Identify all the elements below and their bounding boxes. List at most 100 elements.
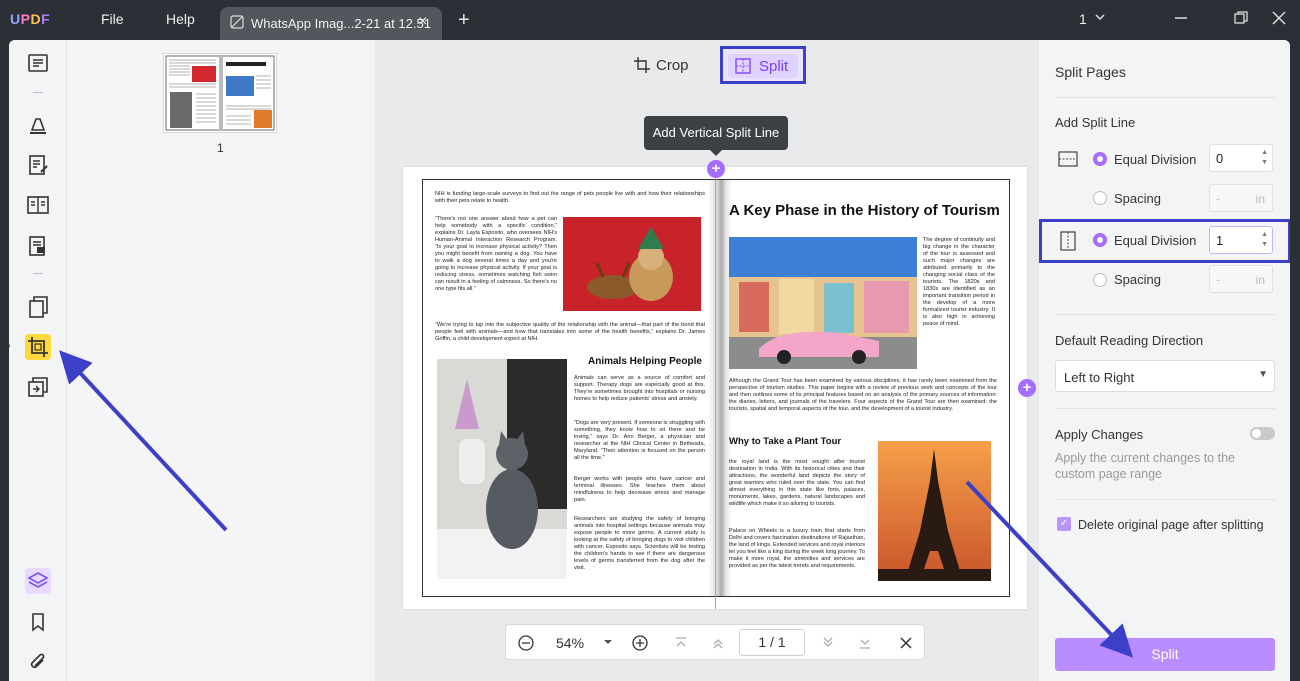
doc-right-p2: Palace on Wheels is a luxury train that … — [729, 528, 865, 569]
eiffel-photo — [878, 441, 991, 581]
rail-divider — [33, 92, 43, 93]
thumbnail-page-number: 1 — [217, 141, 224, 155]
pages-icon[interactable] — [25, 294, 51, 320]
horizontal-spacing-label: Spacing — [1114, 191, 1161, 206]
menu-file[interactable]: File — [101, 11, 124, 27]
vertical-equal-division-radio[interactable] — [1093, 233, 1107, 247]
rail-divider — [33, 273, 43, 274]
doc-right-body: Although the Grand Tour has been examine… — [729, 378, 997, 412]
havana-photo — [729, 237, 917, 369]
tool-rail — [9, 40, 67, 681]
horizontal-equal-division-radio[interactable] — [1093, 152, 1107, 166]
app-window: 1 Crop Split Add Vertical Split Line NIH… — [9, 40, 1290, 681]
horizontal-split-icon — [1058, 151, 1078, 167]
reading-direction-value: Left to Right — [1064, 370, 1135, 385]
dropdown-arrow-icon: ▼ — [1258, 369, 1268, 380]
split-pages-panel: Split Pages Add Split Line Equal Divisio… — [1038, 40, 1290, 681]
vertical-split-icon — [1060, 231, 1076, 251]
updf-logo: UPDF — [10, 11, 51, 27]
close-zoombar-icon[interactable] — [897, 634, 915, 652]
crop-mode-label: Crop — [656, 57, 689, 74]
first-page-icon[interactable] — [672, 634, 690, 652]
doc-left-heading: Animals Helping People — [588, 356, 702, 367]
doc-left-p1: Animals can serve as a source of comfort… — [574, 375, 705, 402]
panel-divider — [1055, 408, 1275, 409]
panel-divider — [1055, 97, 1275, 98]
form-icon[interactable] — [25, 192, 51, 218]
vertical-split-guide[interactable] — [715, 176, 716, 609]
delete-original-checkbox[interactable]: ✓ — [1057, 517, 1071, 531]
vertical-spacing-input[interactable]: - in — [1209, 265, 1273, 293]
zoom-dropdown-icon[interactable] — [603, 637, 613, 647]
add-vertical-split-icon[interactable]: + — [707, 160, 725, 178]
batch-icon[interactable] — [25, 374, 51, 400]
zoom-level[interactable]: 54% — [556, 635, 584, 651]
doc-right-p1: the royal land is the most sought after … — [729, 459, 865, 507]
reading-direction-label: Default Reading Direction — [1055, 333, 1204, 348]
vertical-equal-division-label: Equal Division — [1114, 233, 1197, 248]
crop-icon — [28, 337, 48, 357]
next-page-icon[interactable] — [819, 634, 837, 652]
doc-left-intro: NIH is funding large-scale surveys to fi… — [435, 191, 705, 204]
crop-tool-button[interactable] — [25, 334, 51, 360]
previous-page-icon[interactable] — [709, 634, 727, 652]
menu-help[interactable]: Help — [166, 11, 195, 27]
attachment-icon[interactable] — [25, 650, 51, 676]
apply-changes-description: Apply the current changes to the custom … — [1055, 451, 1235, 481]
page-thumbnail[interactable] — [163, 53, 277, 133]
edit-icon[interactable] — [25, 152, 51, 178]
horizontal-spacing-radio[interactable] — [1093, 191, 1107, 205]
doc-left-quote: “There's not one answer about how a pet … — [435, 216, 557, 292]
vertical-spacing-unit: in — [1255, 273, 1265, 287]
organize-icon[interactable] — [25, 233, 51, 259]
zoom-out-icon[interactable] — [517, 634, 535, 652]
horizontal-equal-division-label: Equal Division — [1114, 152, 1197, 167]
restore-icon[interactable] — [1233, 10, 1249, 26]
doc-left-p2: “Dogs are very present. If someone is st… — [574, 420, 705, 461]
dog-photo — [563, 217, 701, 311]
panel-divider — [1055, 314, 1275, 315]
document-tab-icon — [230, 15, 244, 29]
page-indicator[interactable]: 1 — [1079, 11, 1087, 27]
chevron-down-icon[interactable] — [1094, 11, 1106, 23]
toggle-knob — [1252, 429, 1261, 438]
vertical-spacing-radio[interactable] — [1093, 273, 1107, 287]
horizontal-division-input[interactable]: 0 ▲ ▼ — [1209, 144, 1273, 172]
crop-mode-button[interactable]: Crop — [629, 46, 699, 84]
reader-icon[interactable] — [25, 51, 51, 77]
doc-right-side: The degree of continuity and big change … — [923, 237, 995, 327]
new-tab-icon[interactable]: + — [458, 9, 470, 32]
doc-left-p4: Researchers are studying the safety of b… — [574, 516, 705, 571]
split-line-tooltip: Add Vertical Split Line — [644, 116, 788, 156]
reading-direction-select[interactable]: Left to Right ▼ — [1055, 360, 1275, 392]
split-mode-button[interactable]: Split — [720, 46, 806, 84]
layers-icon — [27, 572, 49, 588]
stepper-icon[interactable]: ▲ ▼ — [1261, 148, 1268, 168]
close-tab-icon[interactable]: × — [418, 13, 427, 31]
document-tab-title: WhatsApp Imag...2-21 at 12.51 — [251, 16, 431, 31]
close-window-icon[interactable] — [1271, 10, 1287, 26]
zoom-in-icon[interactable] — [631, 634, 649, 652]
page-number-input[interactable]: 1 / 1 — [739, 629, 805, 656]
split-button[interactable]: Split — [1055, 638, 1275, 671]
zoom-toolbar: 54% 1 / 1 — [505, 624, 925, 660]
panel-title: Split Pages — [1055, 64, 1126, 80]
thumbnail-pane: 1 — [67, 40, 375, 681]
bookmark-icon[interactable] — [25, 609, 51, 635]
add-split-line-label: Add Split Line — [1055, 115, 1136, 130]
comment-icon[interactable] — [25, 111, 51, 137]
last-page-icon[interactable] — [856, 634, 874, 652]
horizontal-spacing-unit: in — [1255, 192, 1265, 206]
cat-photo — [437, 359, 567, 579]
stepper-icon[interactable]: ▲ ▼ — [1261, 230, 1268, 250]
minimize-icon[interactable] — [1173, 10, 1189, 26]
apply-changes-toggle[interactable] — [1250, 427, 1275, 440]
add-horizontal-split-icon[interactable]: + — [1018, 379, 1036, 397]
document-canvas: Crop Split Add Vertical Split Line NIH i… — [375, 40, 1038, 681]
horizontal-spacing-input[interactable]: - in — [1209, 184, 1273, 212]
vertical-division-input[interactable]: 1 ▲ ▼ — [1209, 226, 1273, 254]
layers-button[interactable] — [25, 568, 51, 594]
doc-right-subheading: Why to Take a Plant Tour — [729, 436, 842, 447]
document-tab[interactable]: WhatsApp Imag...2-21 at 12.51 × — [220, 7, 442, 40]
panel-divider — [1055, 499, 1275, 500]
